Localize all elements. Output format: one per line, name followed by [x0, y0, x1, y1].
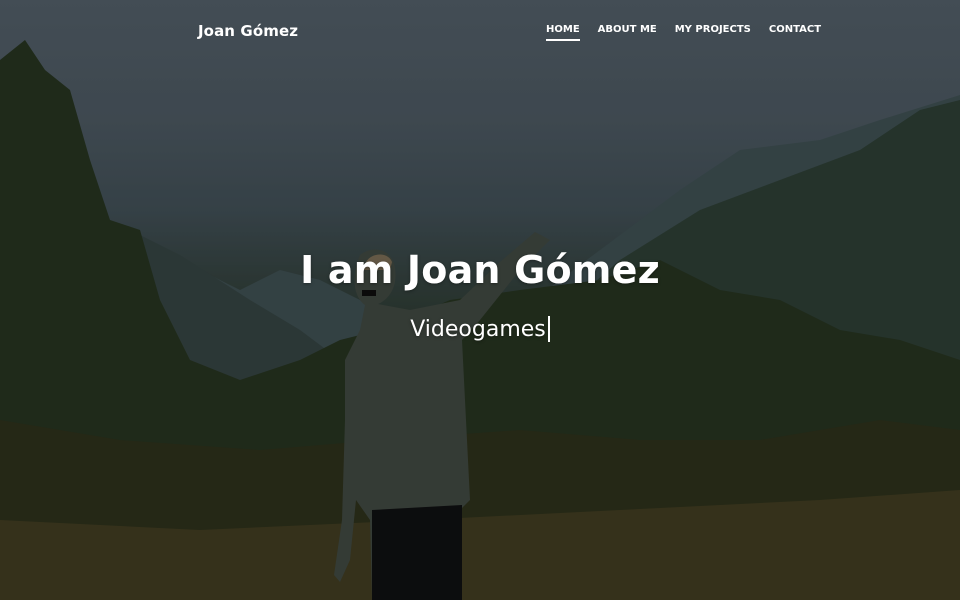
- nav-link-home[interactable]: HOME: [546, 24, 580, 41]
- navbar: Joan Gómez HOME ABOUT ME MY PROJECTS CON…: [0, 0, 960, 64]
- nav-link-my-projects[interactable]: MY PROJECTS: [675, 24, 751, 41]
- hero-content: I am Joan Gómez Videogames: [0, 248, 960, 342]
- nav-links: HOME ABOUT ME MY PROJECTS CONTACT: [546, 24, 821, 41]
- hero-title: I am Joan Gómez: [300, 248, 660, 292]
- nav-link-contact[interactable]: CONTACT: [769, 24, 821, 41]
- nav-link-about-me[interactable]: ABOUT ME: [598, 24, 657, 41]
- typed-cursor: [547, 316, 550, 342]
- typed-subtitle: Videogames: [410, 316, 550, 342]
- brand-logo[interactable]: Joan Gómez: [198, 22, 298, 40]
- hero-section: Joan Gómez HOME ABOUT ME MY PROJECTS CON…: [0, 0, 960, 600]
- typed-text: Videogames: [410, 316, 546, 342]
